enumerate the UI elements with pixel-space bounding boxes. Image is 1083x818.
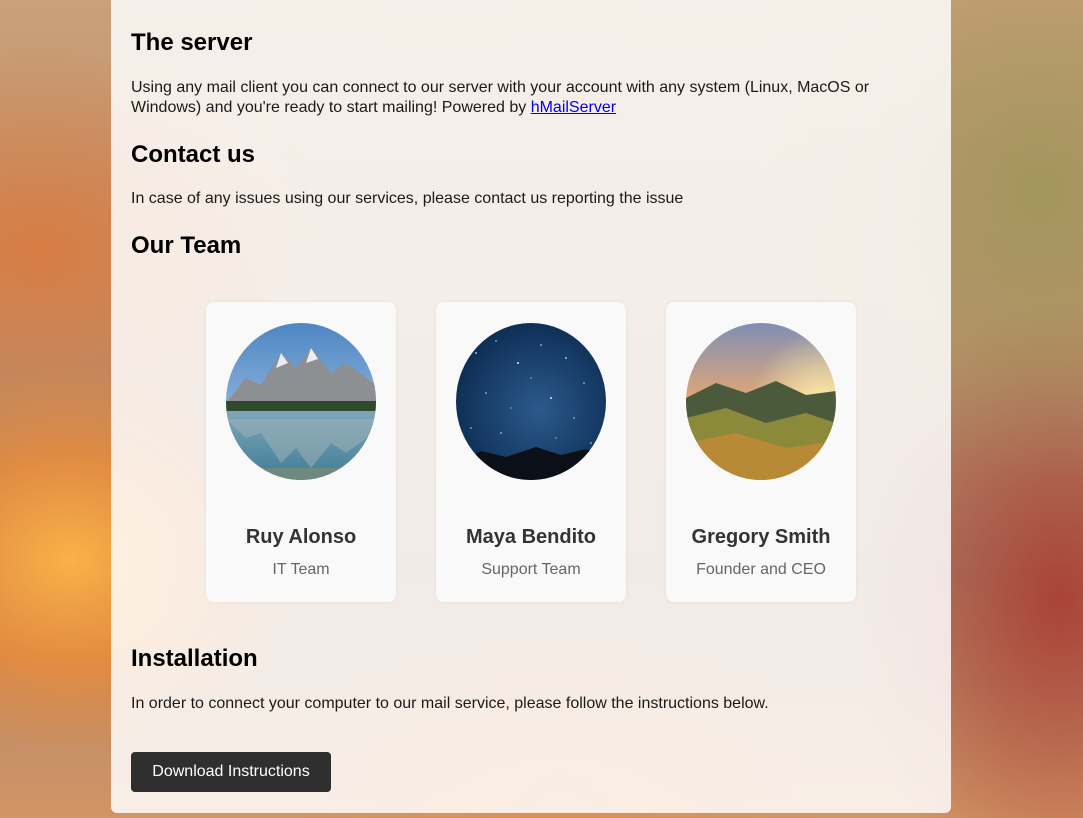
member-role: Founder and CEO [696,561,826,578]
content-panel: The server Using any mail client you can… [111,0,951,813]
hmailserver-link[interactable]: hMailServer [531,99,616,116]
member-role: IT Team [272,561,330,578]
member-name: Ruy Alonso [245,526,357,548]
member-name: Gregory Smith [691,526,831,548]
server-text: Using any mail client you can connect to… [131,79,870,116]
server-heading: The server [131,29,253,56]
team-card-ruy-alonso: Ruy Alonso IT Team [206,302,396,602]
installation-description: In order to connect your computer to our… [131,695,769,712]
installation-heading: Installation [131,645,258,672]
mountain-lake-photo [226,323,376,480]
contact-description: In case of any issues using our services… [131,190,684,207]
sunset-hills-photo [686,323,836,480]
team-heading: Our Team [131,232,242,259]
member-role: Support Team [481,561,581,578]
team-card-gregory-smith: Gregory Smith Founder and CEO [666,302,856,602]
contact-heading: Contact us [131,141,256,168]
team-card-maya-bendito: Maya Bendito Support Team [436,302,626,602]
night-sky-photo [456,323,606,480]
server-description: Using any mail client you can connect to… [131,78,901,118]
member-name: Maya Bendito [465,526,597,548]
download-instructions-button[interactable]: Download Instructions [131,752,331,792]
